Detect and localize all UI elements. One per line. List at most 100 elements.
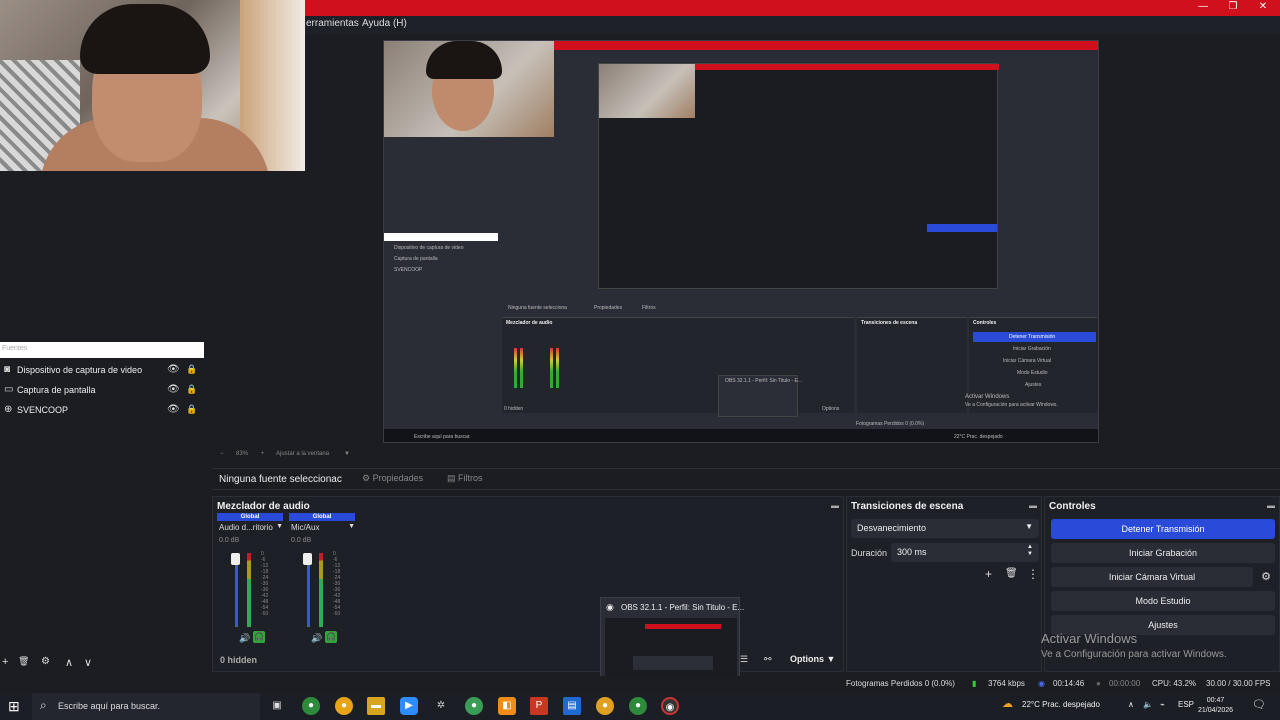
stepper-icon[interactable]: ▲ ▼ — [1027, 544, 1033, 558]
chevron-down-icon[interactable]: ▼ — [276, 523, 283, 530]
preview-canvas[interactable]: Dispositivo de captura de video Captura … — [383, 40, 1099, 443]
start-virtual-camera-button[interactable]: Iniciar Cámara Virtual — [1051, 567, 1253, 587]
close-button[interactable]: ✕ — [1248, 1, 1278, 12]
channel-db: 0.0 dB — [291, 537, 312, 544]
menu-tools[interactable]: erramientas — [306, 18, 359, 29]
lock-icon[interactable]: 🔒 — [186, 404, 197, 415]
volume-slider-thumb[interactable] — [303, 553, 312, 565]
preview-ctrl-btn-5: Ajustes — [1025, 382, 1042, 388]
chrome-icon[interactable]: ● — [302, 697, 320, 715]
network-icon[interactable]: ⌁ — [1160, 700, 1165, 709]
settings-app-icon[interactable]: ✲ — [432, 697, 450, 715]
weather-text[interactable]: 22°C Prac. despejado — [1022, 700, 1100, 709]
dock-float-icon[interactable]: ▬ — [1029, 501, 1037, 510]
zoom-out-button[interactable]: − — [220, 451, 224, 457]
zoom-icon[interactable]: ▶ — [400, 697, 418, 715]
db-scale: 0 -6 -12 -18 -24 -30 -36 -42 -48 -54 -60 — [261, 551, 269, 617]
source-item-screen-capture[interactable]: ▭ Captura de pantalla 👁 🔒 — [0, 381, 204, 401]
preview-mixer: Mezclador de audio 0 hidden Options — [502, 317, 854, 413]
fps: 30.00 / 30.00 FPS — [1206, 679, 1271, 688]
search-placeholder: Escribe aquí para buscar. — [58, 701, 161, 711]
source-settings-button[interactable]: ⚙ — [41, 656, 50, 667]
hidden-count[interactable]: 0 hidden — [220, 655, 257, 665]
nested-capture — [598, 63, 999, 289]
list-icon[interactable]: ☰ — [740, 654, 748, 665]
chrome-profile-icon[interactable]: ● — [465, 697, 483, 715]
start-recording-button[interactable]: Iniciar Grabación — [1051, 543, 1275, 563]
chevron-down-icon[interactable]: ▼ — [344, 451, 350, 457]
speaker-icon[interactable]: 🔊 — [311, 633, 322, 644]
transition-type-select[interactable]: Desvanecimiento ▼ — [851, 519, 1039, 538]
visibility-eye-icon[interactable]: 👁 — [167, 364, 180, 375]
add-source-button[interactable]: + — [2, 656, 8, 668]
language-indicator[interactable]: ESP — [1178, 700, 1194, 709]
source-item-svencoop[interactable]: ⊕ SVENCOOP 👁 🔒 — [0, 401, 204, 421]
task-view-icon[interactable]: ▣ — [268, 697, 286, 715]
dock-float-icon[interactable]: ▬ — [831, 501, 839, 510]
preview-status: Fotogramas Perdidos 0 (0.0%) — [856, 421, 925, 427]
left-panel — [0, 171, 212, 691]
preview-props: Propiedades — [594, 305, 623, 311]
channel-global-label: Global — [217, 513, 283, 521]
move-up-button[interactable]: ∧ — [65, 656, 73, 669]
menu-help[interactable]: Ayuda (H) — [362, 18, 407, 29]
mixer-channel-desktop: Global Audio d...ritorio ▼ 0.0 dB 0 -6 -12… — [217, 513, 283, 653]
chrome-active-icon[interactable]: ● — [629, 697, 647, 715]
headphones-icon[interactable]: 🎧 — [325, 631, 337, 643]
move-down-button[interactable]: ∨ — [84, 656, 92, 669]
duration-input[interactable]: 300 ms ▲ ▼ — [891, 543, 1039, 562]
bitrate: 3764 kbps — [988, 679, 1025, 688]
headphones-icon[interactable]: 🎧 — [253, 631, 265, 643]
dock-float-icon[interactable]: ▬ — [1267, 501, 1275, 510]
folder-icon[interactable]: ▬ — [367, 697, 385, 715]
options-button[interactable]: Options ▼ — [790, 654, 835, 664]
app-yellow-icon[interactable]: ● — [596, 697, 614, 715]
camera-icon: ◙ — [4, 364, 11, 375]
remove-source-button[interactable]: 🗑 — [18, 656, 29, 667]
maximize-button[interactable]: ❐ — [1218, 1, 1248, 12]
filters-button[interactable]: ▤ Filtros — [447, 473, 483, 484]
obs-taskbar-icon[interactable]: ◉ — [661, 697, 679, 715]
audio-mixer-dock: Mezclador de audio ▬ Global Audio d...ri… — [212, 496, 844, 672]
source-item-video-capture[interactable]: ◙ Dispositivo de captura de video 👁 🔒 — [0, 361, 204, 381]
notification-icon[interactable]: 🗨 — [1252, 698, 1266, 711]
lock-icon[interactable]: 🔒 — [186, 364, 197, 375]
gear-icon[interactable]: ⚙ — [1257, 567, 1275, 587]
duration-label: Duración — [851, 548, 888, 558]
stop-streaming-button[interactable]: Detener Transmisión — [1051, 519, 1275, 539]
preview-ctrl-title: Controles — [973, 320, 997, 326]
zoom-in-button[interactable]: + — [261, 451, 265, 457]
powerpoint-icon[interactable]: P — [530, 697, 548, 715]
trash-icon[interactable]: 🗑 — [1005, 568, 1018, 579]
chrome-alt-icon[interactable]: ● — [335, 697, 353, 715]
sources-header: Fuentes — [0, 342, 204, 358]
dropped-frames: Fotogramas Perdidos 0 (0.0%) — [846, 679, 955, 688]
app-blue-icon[interactable]: ▤ — [563, 697, 581, 715]
source-label: Captura de pantalla — [17, 385, 96, 395]
app-orange-icon[interactable]: ◧ — [498, 697, 516, 715]
thumbnail-preview[interactable] — [605, 618, 737, 682]
lock-icon[interactable]: 🔒 — [186, 384, 197, 395]
studio-mode-button[interactable]: Modo Estudio — [1051, 591, 1275, 611]
activate-line-1: Activar Windows — [1041, 631, 1138, 646]
add-transition-button[interactable]: + — [985, 567, 992, 581]
chevron-down-icon[interactable]: ▼ — [348, 523, 355, 530]
visibility-eye-icon[interactable]: 👁 — [167, 404, 180, 415]
controls-title: Controles — [1049, 501, 1096, 512]
fit-window-label[interactable]: Ajustar a la ventana — [276, 451, 329, 457]
duration-value: 300 ms — [897, 547, 927, 557]
properties-button[interactable]: ⚙ Propiedades — [362, 473, 423, 484]
volume-tray-icon[interactable]: 🔈 — [1143, 700, 1153, 709]
taskbar-clock[interactable]: 00:47 21/04/2026 — [1198, 696, 1233, 716]
link-icon[interactable]: ⚯ — [764, 654, 772, 665]
minimize-button[interactable]: — — [1188, 1, 1218, 12]
visibility-eye-icon[interactable]: 👁 — [167, 384, 180, 395]
mixer-options-bar: ☰ ⚯ Options ▼ — [738, 654, 844, 668]
taskbar-search[interactable]: ⌕ Escribe aquí para buscar. — [32, 693, 260, 720]
more-options-icon[interactable]: ⋮ — [1027, 567, 1039, 581]
speaker-icon[interactable]: 🔊 — [239, 633, 250, 644]
windows-start-icon[interactable]: ⊞ — [8, 698, 20, 715]
volume-slider-thumb[interactable] — [231, 553, 240, 565]
taskbar-thumbnail-popup[interactable]: ◉ OBS 32.1.1 - Perfil: Sin Titulo - E... — [600, 597, 744, 685]
chevron-up-icon[interactable]: ∧ — [1128, 700, 1134, 709]
